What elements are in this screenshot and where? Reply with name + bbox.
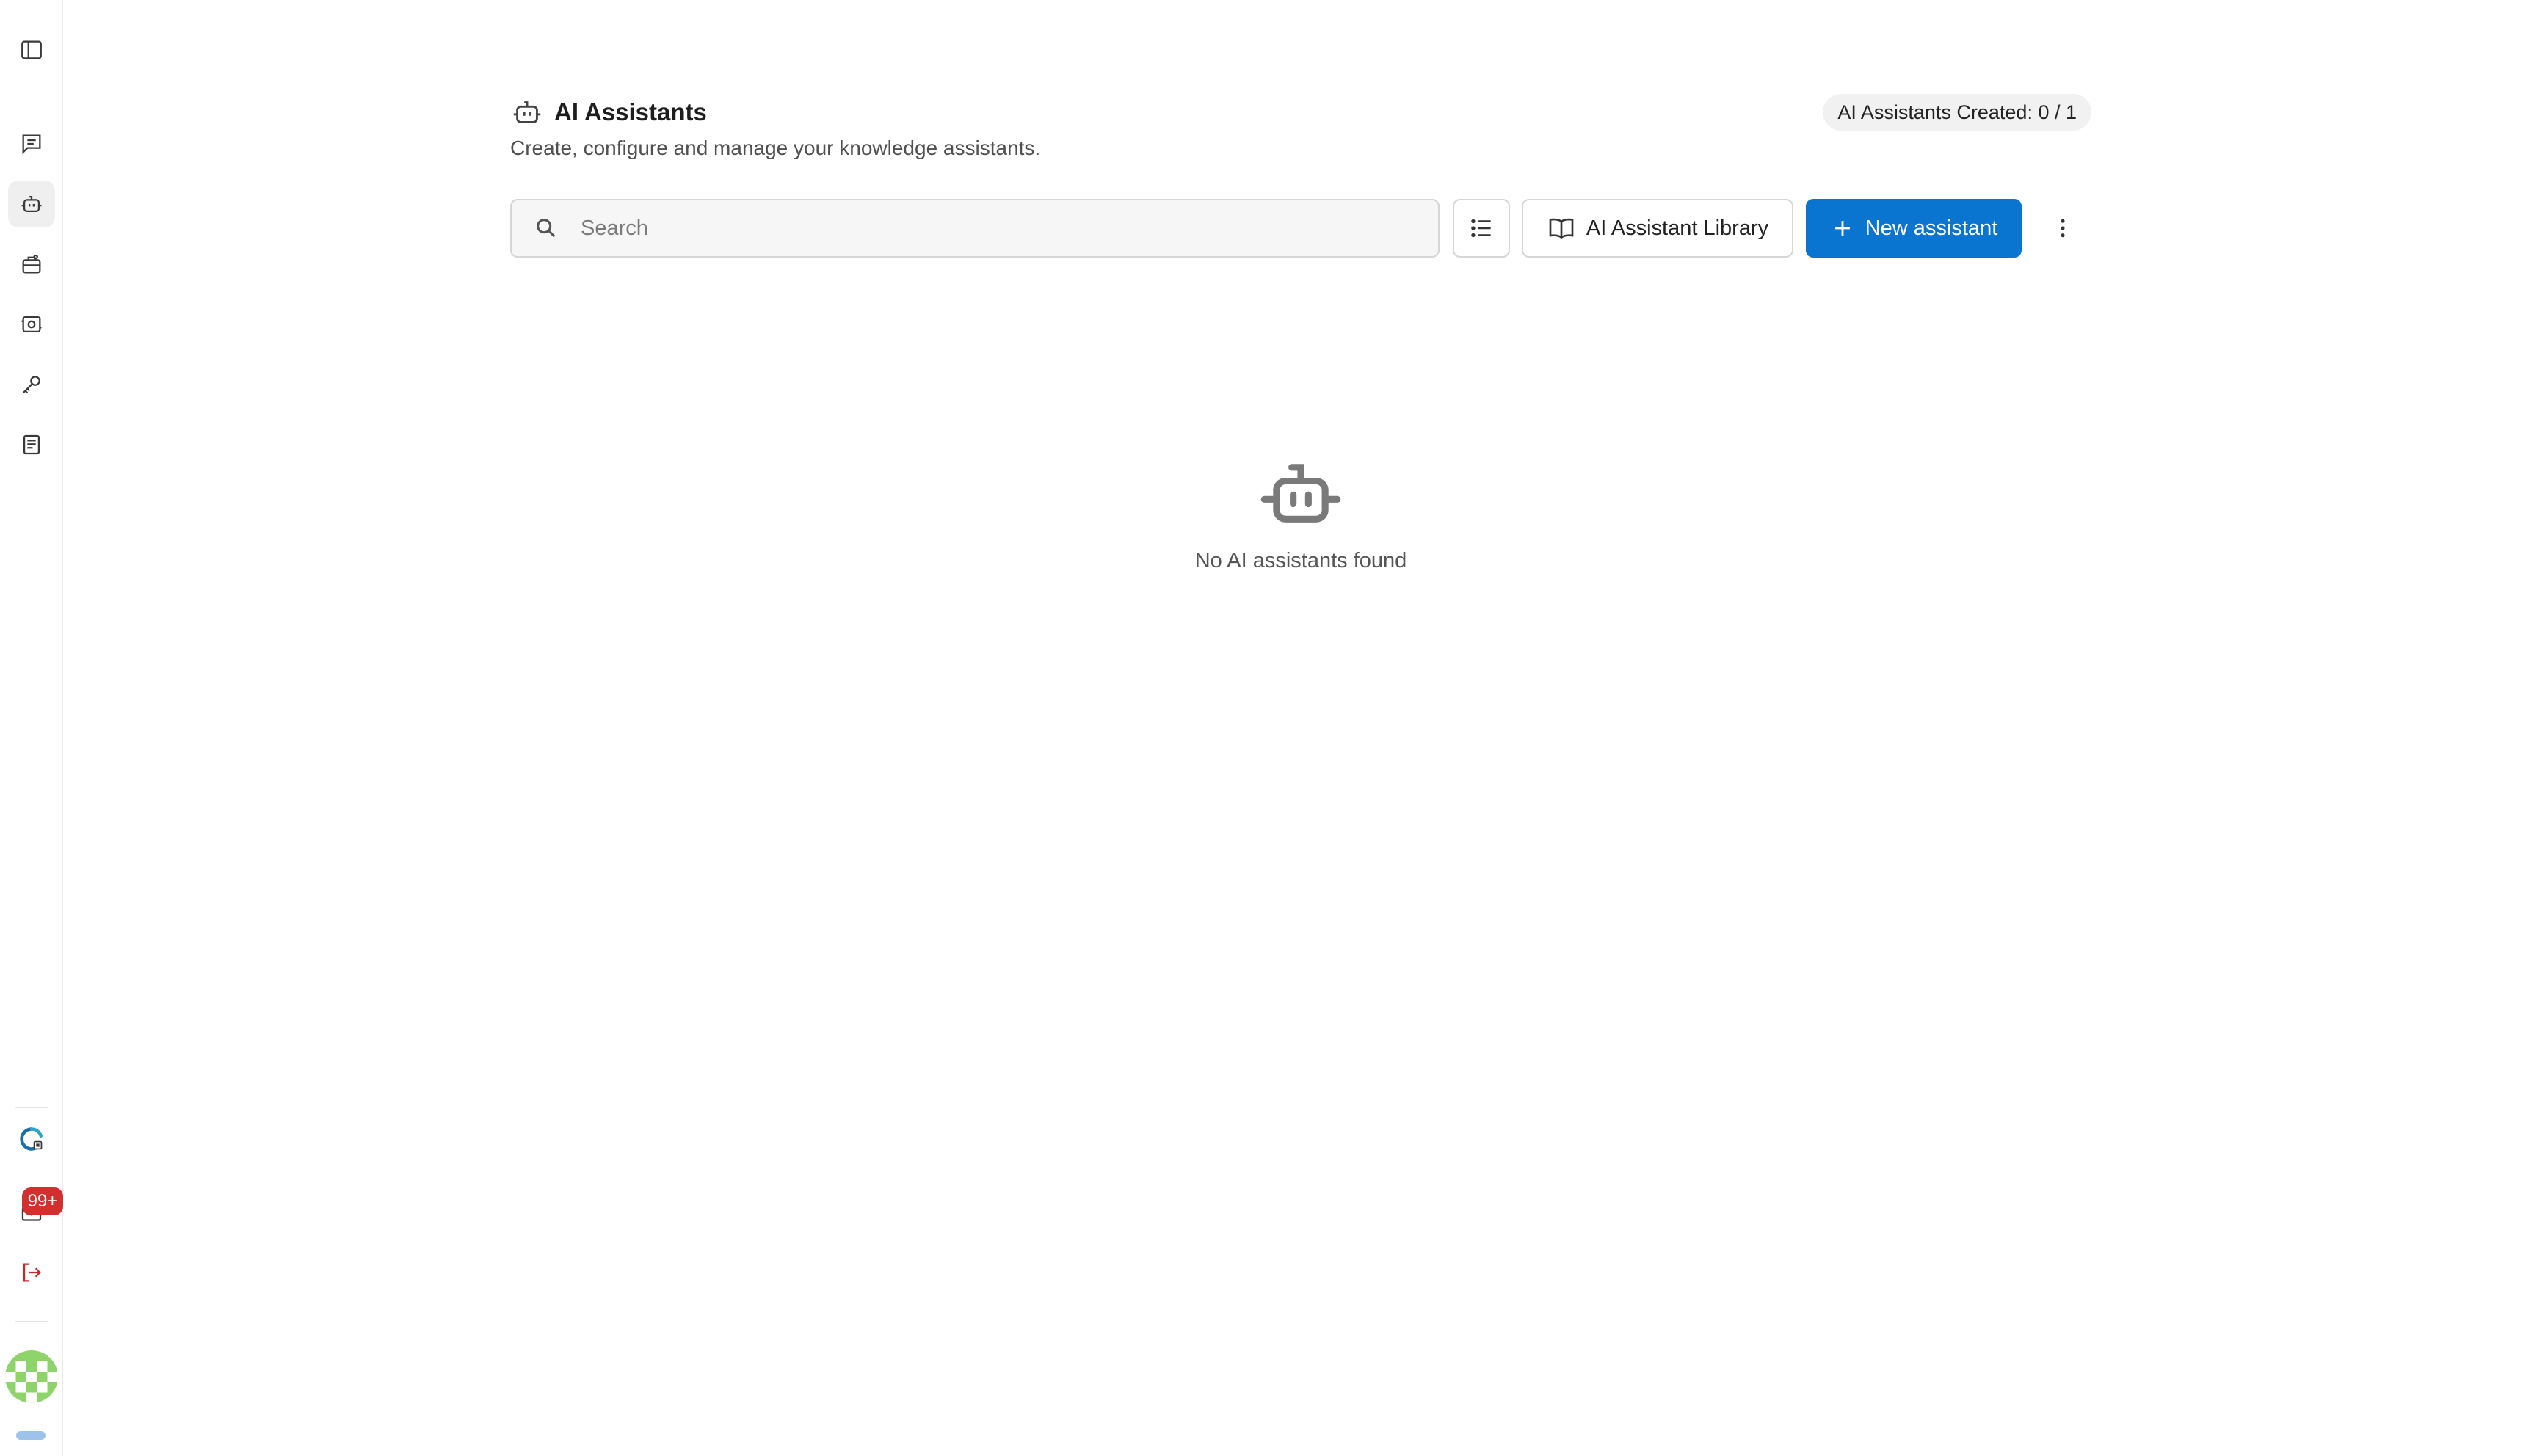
chat-icon — [22, 134, 41, 155]
more-vertical-icon — [2061, 219, 2065, 238]
logout-icon — [23, 1263, 41, 1282]
assistant-quota-badge: AI Assistants Created: 0 / 1 — [1823, 94, 2091, 131]
scan-icon — [21, 316, 42, 333]
empty-state-message: No AI assistants found — [1194, 549, 1407, 572]
empty-state: No AI assistants found — [1154, 455, 1448, 573]
robot-icon — [513, 101, 541, 123]
app-logo[interactable] — [8, 1115, 55, 1162]
sidebar-toggle-icon — [21, 40, 42, 59]
sidebar-item-chat[interactable] — [8, 120, 55, 167]
page-title: AI Assistants — [554, 98, 707, 125]
logout-button[interactable] — [8, 1249, 55, 1296]
sidebar-divider — [15, 1107, 48, 1108]
toolbox-icon — [22, 254, 41, 274]
more-options-button[interactable] — [2042, 208, 2083, 249]
sidebar-item-keys[interactable] — [8, 361, 55, 408]
assistant-library-label: AI Assistant Library — [1586, 216, 1769, 240]
search-box[interactable] — [510, 199, 1440, 258]
identicon-avatar-icon — [5, 1350, 58, 1403]
sidebar-item-docs[interactable] — [8, 421, 55, 468]
new-assistant-button[interactable]: New assistant — [1806, 199, 2022, 258]
list-icon — [1471, 219, 1491, 238]
robot-icon — [1260, 464, 1341, 523]
sidebar-toggle-button[interactable] — [8, 26, 55, 73]
key-icon — [22, 376, 40, 394]
user-avatar[interactable] — [5, 1350, 58, 1403]
inbox-count-badge: 99+ — [22, 1187, 63, 1215]
book-open-icon — [1549, 218, 1574, 239]
page-subtitle: Create, configure and manage your knowle… — [510, 136, 1041, 159]
new-assistant-label: New assistant — [1865, 216, 1998, 240]
sidebar: 99+ — [0, 0, 63, 1456]
document-icon — [23, 434, 40, 455]
sidebar-divider — [15, 1321, 48, 1322]
robot-icon — [21, 195, 42, 213]
sidebar-item-assistants[interactable] — [8, 181, 55, 228]
sidebar-item-scan[interactable] — [8, 301, 55, 348]
list-view-button[interactable] — [1453, 199, 1510, 258]
sidebar-item-tools[interactable] — [8, 241, 55, 288]
resize-handle[interactable] — [16, 1431, 46, 1440]
search-input[interactable] — [581, 216, 1388, 241]
search-icon — [537, 219, 556, 238]
app-logo-icon — [20, 1127, 43, 1151]
plus-icon — [1834, 221, 1850, 236]
assistant-library-button[interactable]: AI Assistant Library — [1522, 199, 1793, 258]
page-header: AI Assistants — [510, 95, 707, 129]
